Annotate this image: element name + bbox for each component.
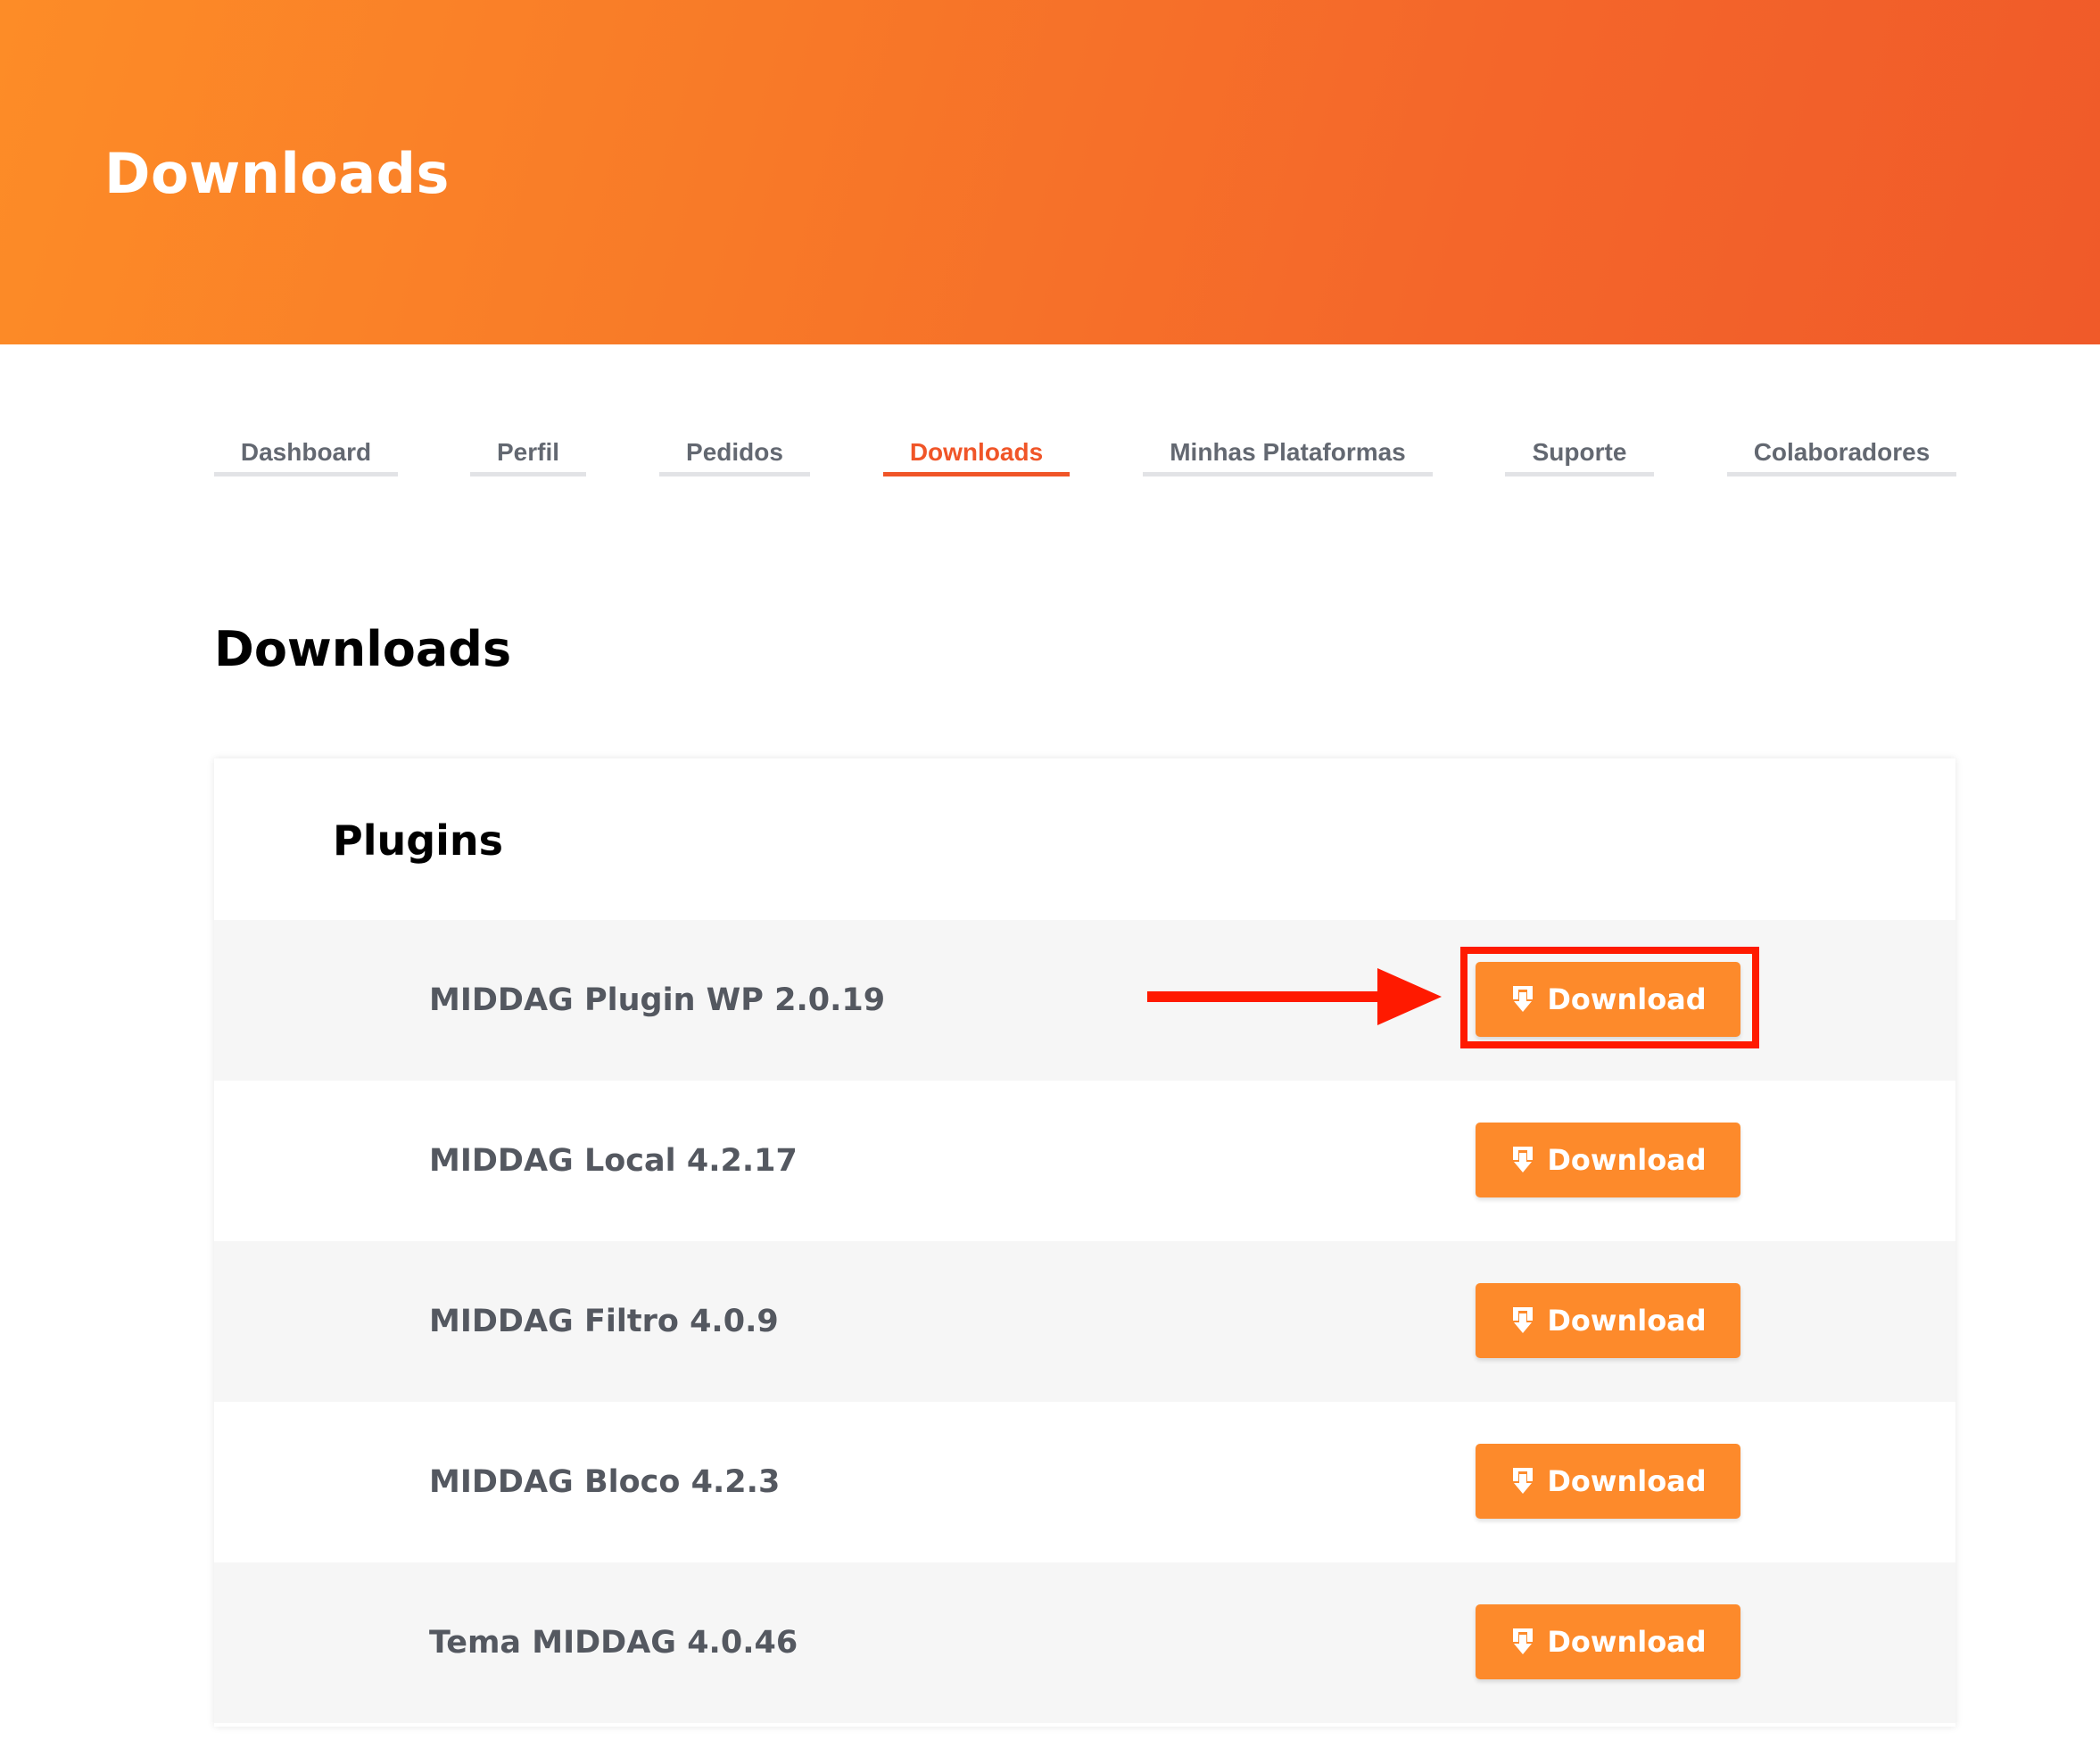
tab-dashboard[interactable]: Dashboard (214, 432, 398, 476)
tab-suporte[interactable]: Suporte (1505, 432, 1654, 476)
tab-colaboradores[interactable]: Colaboradores (1727, 432, 1956, 476)
list-item: MIDDAG Filtro 4.0.9 Download (214, 1241, 1955, 1402)
list-item: Tema MIDDAG 4.0.46 Download (214, 1562, 1955, 1723)
card-title: Plugins (333, 816, 504, 865)
tab-perfil[interactable]: Perfil (470, 432, 586, 476)
section-title: Downloads (214, 621, 512, 677)
list-item: MIDDAG Bloco 4.2.3 Download (214, 1402, 1955, 1562)
tab-downloads[interactable]: Downloads (883, 432, 1070, 476)
download-button-label: Download (1547, 1304, 1707, 1338)
plugin-name: MIDDAG Filtro 4.0.9 (429, 1304, 779, 1339)
download-icon (1513, 1628, 1534, 1654)
annotation-arrow-icon (1147, 968, 1442, 1025)
plugins-card: Plugins MIDDAG Plugin WP 2.0.19 Download… (214, 758, 1955, 1727)
download-icon (1513, 1147, 1534, 1172)
list-item: MIDDAG Local 4.2.17 Download (214, 1081, 1955, 1241)
download-button-label: Download (1547, 1143, 1707, 1177)
tab-minhas-plataformas[interactable]: Minhas Plataformas (1143, 432, 1433, 476)
account-nav-tabs: Dashboard Perfil Pedidos Downloads Minha… (0, 0, 2100, 500)
download-button[interactable]: Download (1476, 1444, 1740, 1519)
tab-pedidos[interactable]: Pedidos (659, 432, 810, 476)
download-button-label: Download (1547, 1625, 1707, 1659)
plugin-name: MIDDAG Local 4.2.17 (429, 1143, 798, 1179)
download-button[interactable]: Download (1476, 1604, 1740, 1679)
download-button[interactable]: Download (1476, 1283, 1740, 1358)
annotation-highlight-box (1460, 947, 1759, 1048)
download-icon (1513, 1468, 1534, 1494)
plugin-name: MIDDAG Plugin WP 2.0.19 (429, 982, 886, 1018)
download-icon (1513, 1307, 1534, 1333)
download-button-label: Download (1547, 1464, 1707, 1498)
download-button[interactable]: Download (1476, 1123, 1740, 1197)
plugin-name: Tema MIDDAG 4.0.46 (429, 1625, 798, 1661)
plugin-name: MIDDAG Bloco 4.2.3 (429, 1464, 781, 1500)
